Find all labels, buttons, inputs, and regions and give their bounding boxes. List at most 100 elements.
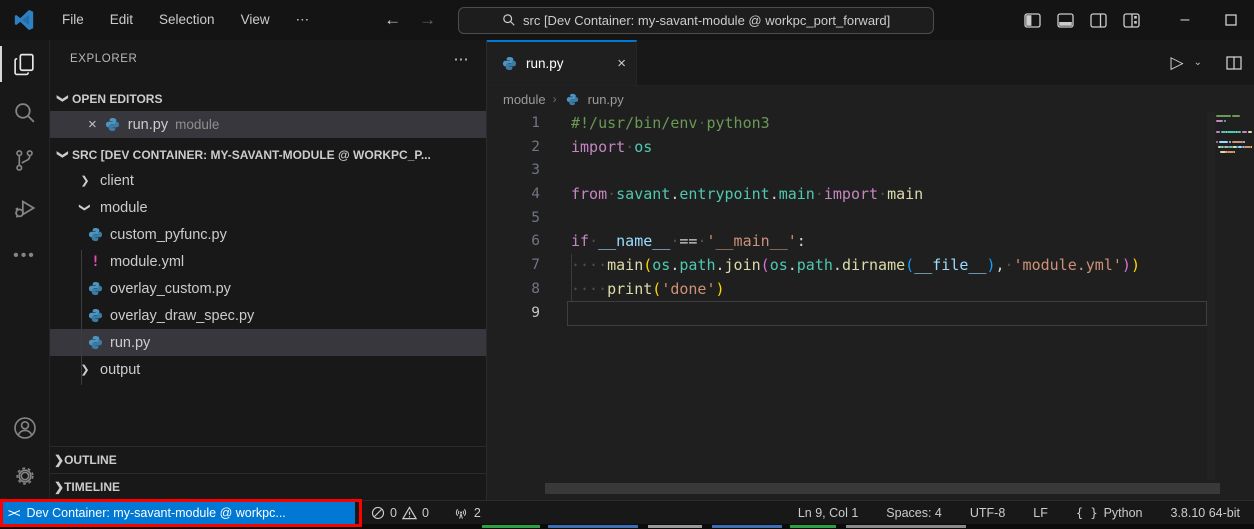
split-editor-icon[interactable] xyxy=(1226,56,1242,70)
indent-guide xyxy=(571,254,572,301)
remote-icon: >< xyxy=(8,506,18,520)
code-line[interactable]: from·savant.entrypoint.main·import·main xyxy=(571,183,1254,207)
tree-file-custom-pyfunc[interactable]: custom_pyfunc.py xyxy=(50,221,486,248)
outline-section-header[interactable]: ❯ OUTLINE xyxy=(50,446,486,473)
line-number: 7 xyxy=(487,254,571,278)
chevron-down-icon: ❯ xyxy=(57,146,70,164)
additional-views-icon[interactable]: ••• xyxy=(0,232,50,280)
code-editor[interactable]: 123456789 #!/usr/bin/env·python3import·o… xyxy=(487,112,1254,500)
indentation-item[interactable]: Spaces: 4 xyxy=(886,506,942,520)
tree-folder-output[interactable]: ❯ output xyxy=(50,356,486,383)
tree-file-overlay-custom[interactable]: overlay_custom.py xyxy=(50,275,486,302)
tab-label: run.py xyxy=(526,56,564,71)
status-bar: >< Dev Container: my-savant-module @ wor… xyxy=(0,500,1254,524)
problems-item[interactable]: 0 0 xyxy=(371,506,429,520)
explorer-more-actions-icon[interactable]: ⋯ xyxy=(454,50,471,68)
code-line[interactable] xyxy=(571,302,1254,326)
chevron-right-icon: › xyxy=(553,92,557,106)
explorer-icon[interactable] xyxy=(0,40,50,88)
code-line[interactable]: ····main(os.path.join(os.path.dirname(__… xyxy=(571,254,1254,278)
language-mode-item[interactable]: { } Python xyxy=(1076,506,1143,520)
python-file-icon xyxy=(87,307,104,324)
line-number: 2 xyxy=(487,136,571,160)
source-control-icon[interactable] xyxy=(0,136,50,184)
tree-folder-module[interactable]: ❯ module xyxy=(50,194,486,221)
breadcrumb-folder[interactable]: module xyxy=(503,92,546,107)
line-numbers: 123456789 xyxy=(487,112,571,325)
vscode-logo-icon xyxy=(13,9,35,31)
ports-count: 2 xyxy=(474,506,481,520)
ports-item[interactable]: 2 xyxy=(453,505,481,520)
menu-selection[interactable]: Selection xyxy=(146,8,228,32)
code-line[interactable]: ····print('done') xyxy=(571,278,1254,302)
explorer-sidebar: EXPLORER ⋯ ❯ OPEN EDITORS × run.py modul… xyxy=(50,40,487,500)
minimap[interactable] xyxy=(1216,115,1252,162)
line-number: 8 xyxy=(487,278,571,302)
accounts-icon[interactable] xyxy=(0,404,50,452)
errors-icon xyxy=(371,506,385,520)
command-center-search[interactable]: src [Dev Container: my-savant-module @ w… xyxy=(458,7,934,34)
line-number: 4 xyxy=(487,183,571,207)
workspace-section-header[interactable]: ❯ SRC [DEV CONTAINER: MY-SAVANT-MODULE @… xyxy=(50,142,486,167)
language-braces-icon: { } xyxy=(1076,506,1098,520)
breadcrumb: module › run.py xyxy=(487,86,1254,112)
maximize-button[interactable] xyxy=(1208,0,1254,40)
python-file-icon xyxy=(87,280,104,297)
open-editor-run-py[interactable]: × run.py module xyxy=(50,111,486,138)
search-icon xyxy=(502,13,516,27)
customize-layout-icon[interactable] xyxy=(1115,5,1148,35)
horizontal-scrollbar[interactable] xyxy=(545,483,1220,494)
python-file-icon xyxy=(104,116,121,133)
code-lines: #!/usr/bin/env·python3import·os from·sava… xyxy=(571,112,1254,325)
tree-folder-client[interactable]: ❯ client xyxy=(50,167,486,194)
code-line[interactable]: if·__name__·==·'__main__': xyxy=(571,230,1254,254)
code-line[interactable] xyxy=(571,159,1254,183)
minimize-button[interactable]: – xyxy=(1162,0,1208,40)
code-line[interactable]: #!/usr/bin/env·python3 xyxy=(571,112,1254,136)
toggle-secondary-sidebar-icon[interactable] xyxy=(1082,5,1115,35)
breadcrumb-file[interactable]: run.py xyxy=(588,92,624,107)
python-file-icon xyxy=(87,226,104,243)
line-number: 6 xyxy=(487,230,571,254)
line-number: 5 xyxy=(487,207,571,231)
run-dropdown-chevron-icon[interactable]: ⌄ xyxy=(1194,57,1202,68)
menu-view[interactable]: View xyxy=(228,8,283,32)
tree-file-overlay-draw-spec[interactable]: overlay_draw_spec.py xyxy=(50,302,486,329)
code-line[interactable]: import·os xyxy=(571,136,1254,160)
interpreter-item[interactable]: 3.8.10 64-bit xyxy=(1171,506,1241,520)
tree-file-module-yml[interactable]: ! module.yml xyxy=(50,248,486,275)
chevron-down-icon: ❯ xyxy=(79,199,92,217)
toggle-primary-sidebar-icon[interactable] xyxy=(1016,5,1049,35)
chevron-down-icon: ❯ xyxy=(57,90,70,108)
code-line[interactable] xyxy=(571,207,1254,231)
timeline-section-header[interactable]: ❯ TIMELINE xyxy=(50,473,486,500)
menu-file[interactable]: File xyxy=(49,8,97,32)
cursor-position-item[interactable]: Ln 9, Col 1 xyxy=(798,506,858,520)
title-bar: File Edit Selection View ⋯ ← → src [Dev … xyxy=(0,0,1254,40)
menu-edit[interactable]: Edit xyxy=(97,8,146,32)
open-editor-name: run.py xyxy=(128,117,168,133)
search-sidebar-icon[interactable] xyxy=(0,88,50,136)
toggle-panel-icon[interactable] xyxy=(1049,5,1082,35)
vertical-scrollbar[interactable] xyxy=(1207,112,1215,480)
tab-close-icon[interactable]: × xyxy=(617,55,626,72)
python-file-icon xyxy=(501,55,518,72)
close-editor-icon[interactable]: × xyxy=(88,116,97,133)
encoding-item[interactable]: UTF-8 xyxy=(970,506,1005,520)
eol-item[interactable]: LF xyxy=(1033,506,1048,520)
activity-bar: ••• xyxy=(0,40,50,500)
tree-file-run-py[interactable]: run.py xyxy=(50,329,486,356)
history-forward-icon[interactable]: → xyxy=(419,10,436,30)
command-center-text: src [Dev Container: my-savant-module @ w… xyxy=(523,13,890,28)
run-python-file-icon[interactable]: ▷ xyxy=(1171,53,1184,73)
chevron-right-icon: ❯ xyxy=(54,480,64,494)
remote-indicator[interactable]: >< Dev Container: my-savant-module @ wor… xyxy=(0,501,355,524)
run-debug-icon[interactable] xyxy=(0,184,50,232)
open-editors-header[interactable]: ❯ OPEN EDITORS xyxy=(50,86,486,111)
warnings-icon xyxy=(402,506,417,520)
menu-bar: File Edit Selection View ⋯ xyxy=(49,8,322,32)
tab-run-py[interactable]: run.py × xyxy=(487,40,637,85)
menu-more-icon[interactable]: ⋯ xyxy=(283,8,323,32)
history-back-icon[interactable]: ← xyxy=(384,10,401,30)
settings-gear-icon[interactable] xyxy=(0,452,50,500)
